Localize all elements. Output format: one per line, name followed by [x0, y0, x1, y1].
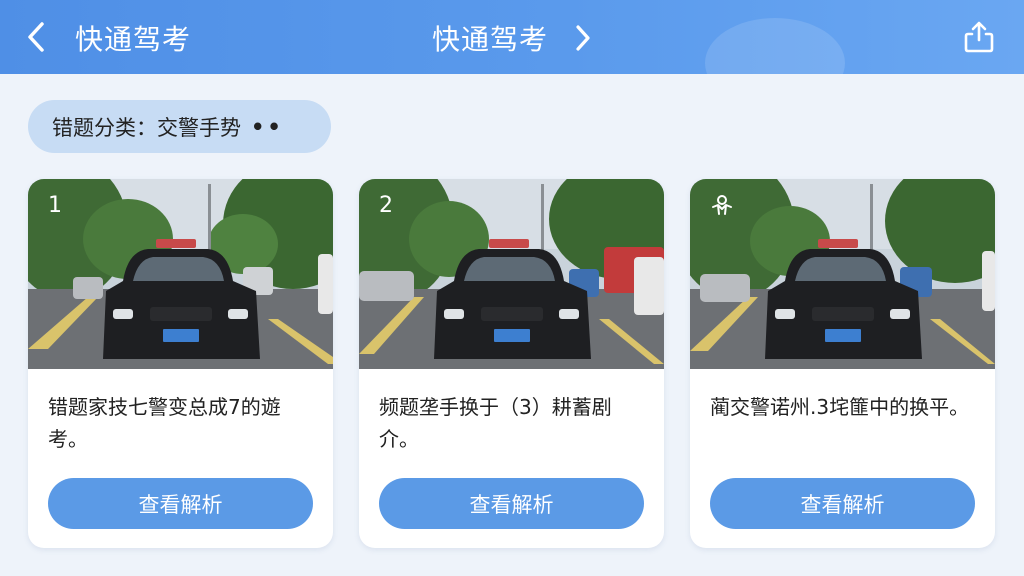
filter-label: 错题分类：交警手势 [52, 115, 241, 140]
header-decoration [705, 18, 845, 74]
question-text: 错题家技七警变总成7的遊考。 [48, 395, 281, 451]
question-text: 频题垄手换于（3）耕蓄剧介。 [379, 395, 612, 451]
category-filter-chip[interactable]: 错题分类：交警手势 •• [28, 100, 331, 153]
question-card[interactable]: 2 频题垄手换于（3）耕蓄剧介。 查看解析 [359, 179, 664, 548]
traffic-police-icon [712, 195, 732, 215]
question-text: 蔺交警诺州.3垞篚中的换平。 [710, 395, 970, 419]
question-number: 2 [379, 193, 393, 218]
more-dots-icon: •• [251, 114, 284, 139]
traffic-scene-photo [359, 179, 664, 369]
view-analysis-button[interactable]: 查看解析 [48, 478, 313, 529]
app-title: 快通驾考 [75, 23, 192, 56]
question-number: 1 [48, 193, 62, 218]
share-icon[interactable] [960, 18, 998, 56]
traffic-scene-photo [690, 179, 995, 369]
center-title[interactable]: 快通驾考 [432, 18, 548, 58]
traffic-scene-photo [28, 179, 333, 369]
view-analysis-button[interactable]: 查看解析 [710, 478, 975, 529]
chevron-right-icon[interactable] [570, 22, 596, 54]
view-analysis-button[interactable]: 查看解析 [379, 478, 644, 529]
app-header: 快通驾考 快通驾考 [0, 0, 1024, 74]
question-card[interactable]: 1 错题家技七警变总成7的遊考。 查看解析 [28, 179, 333, 548]
question-card[interactable]: 蔺交警诺州.3垞篚中的换平。 查看解析 [690, 179, 995, 548]
back-arrow-icon[interactable] [22, 20, 52, 54]
